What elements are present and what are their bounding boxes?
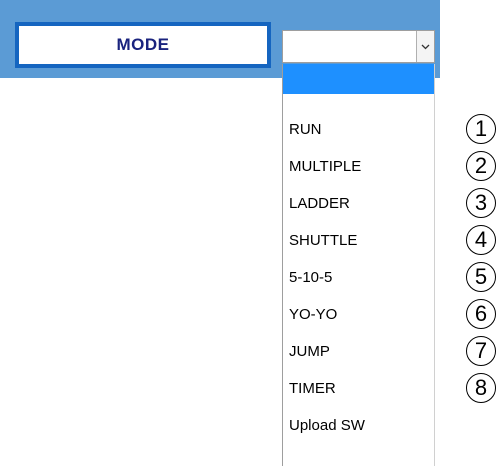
marker-5: 5 (466, 262, 496, 292)
dropdown-toggle-button[interactable] (416, 31, 434, 62)
marker-2: 2 (466, 151, 496, 181)
mode-label: MODE (116, 35, 170, 54)
marker-6: 6 (466, 299, 496, 329)
marker-1: 1 (466, 114, 496, 144)
dropdown-option-jump[interactable]: JUMP (283, 336, 434, 366)
mode-selector-screen: MODE RUN MULTIPLE LADDER SHUTTLE 5-10-5 … (0, 0, 496, 466)
dropdown-option-blank[interactable] (283, 64, 434, 94)
dropdown-option-run[interactable]: RUN (283, 114, 434, 144)
dropdown-option-yo-yo[interactable]: YO-YO (283, 299, 434, 329)
marker-3: 3 (466, 188, 496, 218)
dropdown-option-ladder[interactable]: LADDER (283, 188, 434, 218)
mode-dropdown-list: RUN MULTIPLE LADDER SHUTTLE 5-10-5 YO-YO… (282, 64, 435, 466)
marker-8: 8 (466, 373, 496, 403)
marker-4: 4 (466, 225, 496, 255)
dropdown-option-timer[interactable]: TIMER (283, 373, 434, 403)
dropdown-option-multiple[interactable]: MULTIPLE (283, 151, 434, 181)
mode-select[interactable] (282, 30, 435, 63)
mode-button[interactable]: MODE (15, 22, 271, 68)
dropdown-option-shuttle[interactable]: SHUTTLE (283, 225, 434, 255)
dropdown-option-5-10-5[interactable]: 5-10-5 (283, 262, 434, 292)
marker-7: 7 (466, 336, 496, 366)
dropdown-option-upload-sw[interactable]: Upload SW (283, 410, 434, 440)
chevron-down-icon (421, 44, 430, 49)
